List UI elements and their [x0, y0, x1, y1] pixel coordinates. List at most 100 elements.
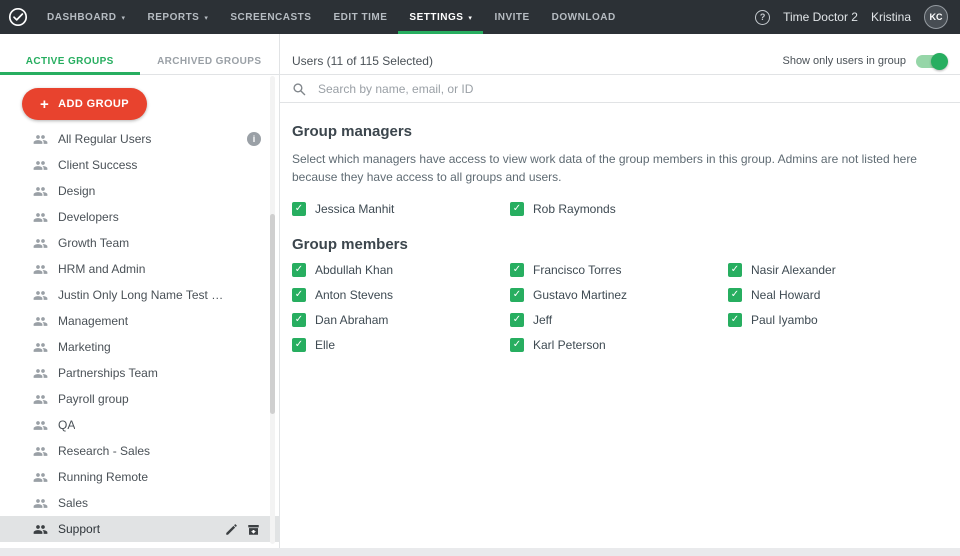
checkbox-checked-icon[interactable]: ✓ [292, 338, 306, 352]
group-label: Design [58, 184, 95, 198]
archive-group-icon[interactable] [246, 522, 261, 537]
edit-group-icon[interactable] [224, 522, 239, 537]
nav-item-label: REPORTS [148, 12, 200, 23]
nav-item-label: SETTINGS [409, 12, 463, 23]
add-group-button[interactable]: + ADD GROUP [22, 88, 147, 120]
group-label: All Regular Users [58, 132, 151, 146]
time-doctor-logo-icon[interactable] [0, 0, 36, 34]
member-checkbox-item[interactable]: ✓ Elle [292, 338, 510, 352]
check-glyph: ✓ [731, 265, 739, 275]
manager-checkbox-item[interactable]: ✓ Rob Raymonds [510, 202, 728, 216]
member-checkbox-item[interactable]: ✓ Abdullah Khan [292, 263, 510, 277]
checkbox-checked-icon[interactable]: ✓ [292, 313, 306, 327]
group-label: Partnerships Team [58, 366, 158, 380]
group-list-item[interactable]: Design [0, 178, 279, 204]
account-name[interactable]: Time Doctor 2 [783, 10, 858, 24]
group-label: Sales [58, 496, 88, 510]
group-list-item[interactable]: Marketing [0, 334, 279, 360]
nav-item[interactable]: SETTINGS ▾ [398, 0, 483, 34]
nav-item[interactable]: DOWNLOAD [541, 0, 627, 34]
member-checkbox-item[interactable]: ✓ Dan Abraham [292, 313, 510, 327]
nav-item[interactable]: DASHBOARD ▾ [36, 0, 137, 34]
group-users-icon [33, 444, 48, 459]
group-list-item[interactable]: Justin Only Long Name Test Very Long ... [0, 282, 279, 308]
group-users-icon [33, 210, 48, 225]
group-list-item[interactable]: QA [0, 412, 279, 438]
checkbox-checked-icon[interactable]: ✓ [728, 313, 742, 327]
groups-tab-label: ACTIVE GROUPS [26, 56, 114, 67]
groups-tab[interactable]: ACTIVE GROUPS [0, 48, 140, 74]
group-label: QA [58, 418, 75, 432]
group-users-icon [33, 340, 48, 355]
member-checkbox-item[interactable]: ✓ Jeff [510, 313, 728, 327]
nav-item[interactable]: EDIT TIME [322, 0, 398, 34]
groups-tab[interactable]: ARCHIVED GROUPS [140, 48, 280, 74]
check-glyph: ✓ [513, 315, 521, 325]
member-checkbox-item[interactable]: ✓ Gustavo Martinez [510, 288, 728, 302]
group-list-item[interactable]: Research - Sales [0, 438, 279, 464]
checkbox-checked-icon[interactable]: ✓ [292, 263, 306, 277]
nav-item[interactable]: REPORTS ▾ [137, 0, 220, 34]
checkbox-checked-icon[interactable]: ✓ [292, 202, 306, 216]
member-checkbox-item[interactable]: ✓ Neal Howard [728, 288, 946, 302]
checkbox-checked-icon[interactable]: ✓ [292, 288, 306, 302]
help-icon[interactable]: ? [755, 10, 770, 25]
nav-item-label: SCREENCASTS [230, 12, 311, 23]
group-list: All Regular Users i Client Success [0, 126, 279, 548]
users-header-row: Users (11 of 115 Selected) Show only use… [280, 48, 960, 75]
plus-icon: + [40, 97, 49, 112]
nav-item[interactable]: INVITE [483, 0, 540, 34]
group-managers-list: ✓ Jessica Manhit ✓ Rob Raymonds [292, 202, 946, 216]
member-checkbox-item[interactable]: ✓ Karl Peterson [510, 338, 728, 352]
group-list-item[interactable]: All Regular Users i [0, 126, 279, 152]
info-icon[interactable]: i [247, 132, 261, 146]
header-right: ? Time Doctor 2 Kristina KC [755, 0, 960, 34]
member-name: Anton Stevens [315, 288, 393, 302]
group-members-list: ✓ Abdullah Khan ✓ Anton Stevens ✓ Dan Ab… [292, 263, 946, 352]
chevron-down-icon: ▾ [468, 14, 472, 22]
group-list-item[interactable]: Payroll group [0, 386, 279, 412]
member-name: Nasir Alexander [751, 263, 836, 277]
manager-checkbox-item[interactable]: ✓ Jessica Manhit [292, 202, 510, 216]
checkbox-checked-icon[interactable]: ✓ [510, 263, 524, 277]
checkbox-checked-icon[interactable]: ✓ [510, 202, 524, 216]
member-name: Francisco Torres [533, 263, 621, 277]
group-list-item[interactable]: Developers [0, 204, 279, 230]
checkbox-checked-icon[interactable]: ✓ [510, 313, 524, 327]
group-list-item[interactable]: HRM and Admin [0, 256, 279, 282]
show-users-toggle[interactable] [916, 55, 946, 68]
nav-item[interactable]: SCREENCASTS [219, 0, 322, 34]
group-list-item[interactable]: Client Success [0, 152, 279, 178]
top-nav-bar: DASHBOARD ▾ REPORTS ▾ SCREENCASTS EDIT T… [0, 0, 960, 34]
checkbox-checked-icon[interactable]: ✓ [728, 263, 742, 277]
check-glyph: ✓ [295, 340, 303, 350]
check-glyph: ✓ [513, 340, 521, 350]
search-input[interactable] [316, 81, 948, 97]
avatar[interactable]: KC [924, 5, 948, 29]
manager-name: Rob Raymonds [533, 202, 616, 216]
sidebar-scrollbar-thumb[interactable] [270, 214, 275, 414]
group-label: Client Success [58, 158, 137, 172]
group-users-icon [33, 288, 48, 303]
group-list-item[interactable]: Sales [0, 490, 279, 516]
group-detail-body: Group managers Select which managers hav… [280, 103, 960, 352]
search-icon [292, 82, 306, 96]
checkbox-checked-icon[interactable]: ✓ [510, 338, 524, 352]
member-checkbox-item[interactable]: ✓ Nasir Alexander [728, 263, 946, 277]
group-label: Support [58, 522, 100, 536]
groups-tabs: ACTIVE GROUPS ARCHIVED GROUPS [0, 48, 279, 75]
checkbox-checked-icon[interactable]: ✓ [728, 288, 742, 302]
group-list-item[interactable]: Growth Team [0, 230, 279, 256]
group-list-item[interactable]: Support [0, 516, 279, 542]
group-list-item[interactable]: Partnerships Team [0, 360, 279, 386]
member-checkbox-item[interactable]: ✓ Francisco Torres [510, 263, 728, 277]
group-list-item[interactable]: Management [0, 308, 279, 334]
user-name[interactable]: Kristina [871, 10, 911, 24]
group-list-item[interactable]: Running Remote [0, 464, 279, 490]
member-checkbox-item[interactable]: ✓ Paul Iyambo [728, 313, 946, 327]
checkbox-checked-icon[interactable]: ✓ [510, 288, 524, 302]
page-bottom-edge [0, 548, 960, 556]
member-name: Elle [315, 338, 335, 352]
member-checkbox-item[interactable]: ✓ Anton Stevens [292, 288, 510, 302]
group-users-icon [33, 262, 48, 277]
